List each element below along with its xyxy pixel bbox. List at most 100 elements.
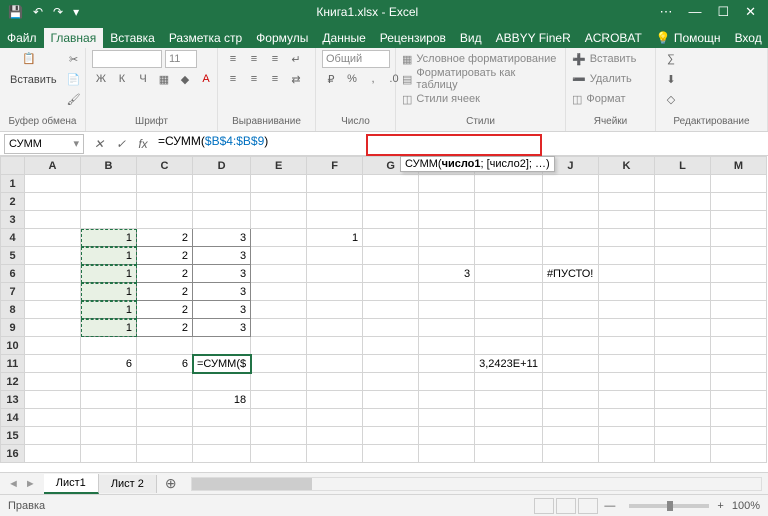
col-header-K[interactable]: K bbox=[598, 157, 654, 175]
cell-H15[interactable] bbox=[419, 427, 475, 445]
cell-B3[interactable] bbox=[81, 211, 137, 229]
enter-formula-icon[interactable]: ✓ bbox=[110, 137, 132, 151]
cell-M15[interactable] bbox=[710, 427, 766, 445]
cell-H7[interactable] bbox=[419, 283, 475, 301]
cell-F11[interactable] bbox=[307, 355, 363, 373]
cell-A5[interactable] bbox=[25, 247, 81, 265]
cell-I3[interactable] bbox=[475, 211, 543, 229]
cell-J16[interactable] bbox=[542, 445, 598, 463]
cell-B14[interactable] bbox=[81, 409, 137, 427]
cell-I15[interactable] bbox=[475, 427, 543, 445]
cell-M12[interactable] bbox=[710, 373, 766, 391]
cell-K1[interactable] bbox=[598, 175, 654, 193]
cell-C10[interactable] bbox=[137, 337, 193, 355]
cell-H13[interactable] bbox=[419, 391, 475, 409]
cell-I13[interactable] bbox=[475, 391, 543, 409]
cell-E12[interactable] bbox=[251, 373, 307, 391]
cell-C11[interactable]: 6 bbox=[137, 355, 193, 373]
cell-J8[interactable] bbox=[542, 301, 598, 319]
cell-D10[interactable] bbox=[193, 337, 251, 355]
cell-I8[interactable] bbox=[475, 301, 543, 319]
cell-E3[interactable] bbox=[251, 211, 307, 229]
cell-K8[interactable] bbox=[598, 301, 654, 319]
cell-H12[interactable] bbox=[419, 373, 475, 391]
cell-G2[interactable] bbox=[363, 193, 419, 211]
cell-I10[interactable] bbox=[475, 337, 543, 355]
cell-E1[interactable] bbox=[251, 175, 307, 193]
format-painter-icon[interactable]: 🖌 bbox=[65, 90, 83, 108]
cell-styles-button[interactable]: ◫Стили ячеек bbox=[402, 90, 480, 108]
cell-K13[interactable] bbox=[598, 391, 654, 409]
tab-acrobat[interactable]: ACROBAT bbox=[578, 28, 649, 48]
tellme[interactable]: 💡Помощн bbox=[649, 28, 728, 48]
cell-J2[interactable] bbox=[542, 193, 598, 211]
cell-M9[interactable] bbox=[710, 319, 766, 337]
cell-D1[interactable] bbox=[193, 175, 251, 193]
border-icon[interactable]: ▦ bbox=[155, 70, 173, 88]
cell-M13[interactable] bbox=[710, 391, 766, 409]
cell-J5[interactable] bbox=[542, 247, 598, 265]
cell-A10[interactable] bbox=[25, 337, 81, 355]
cell-B16[interactable] bbox=[81, 445, 137, 463]
cell-A9[interactable] bbox=[25, 319, 81, 337]
cell-J13[interactable] bbox=[542, 391, 598, 409]
cell-B4[interactable]: 1 bbox=[81, 229, 137, 247]
cell-I9[interactable] bbox=[475, 319, 543, 337]
format-cells-button[interactable]: ◫Формат bbox=[572, 90, 625, 108]
align-left-icon[interactable]: ≡ bbox=[224, 70, 242, 88]
cell-F2[interactable] bbox=[307, 193, 363, 211]
row-header-6[interactable]: 6 bbox=[1, 265, 25, 283]
cell-E7[interactable] bbox=[251, 283, 307, 301]
cell-E2[interactable] bbox=[251, 193, 307, 211]
cell-G14[interactable] bbox=[363, 409, 419, 427]
cell-M1[interactable] bbox=[710, 175, 766, 193]
view-normal-icon[interactable] bbox=[534, 498, 554, 514]
tab-formulas[interactable]: Формулы bbox=[249, 28, 315, 48]
cell-D2[interactable] bbox=[193, 193, 251, 211]
qat-undo-icon[interactable]: ↶ bbox=[33, 5, 43, 19]
row-header-11[interactable]: 11 bbox=[1, 355, 25, 373]
col-header-F[interactable]: F bbox=[307, 157, 363, 175]
cell-A1[interactable] bbox=[25, 175, 81, 193]
qat-more-icon[interactable]: ▾ bbox=[73, 5, 79, 19]
conditional-format-button[interactable]: ▦Условное форматирование bbox=[402, 50, 556, 68]
copy-icon[interactable]: 📄 bbox=[65, 70, 83, 88]
cell-A13[interactable] bbox=[25, 391, 81, 409]
cell-J1[interactable] bbox=[542, 175, 598, 193]
cell-H11[interactable] bbox=[419, 355, 475, 373]
cell-B6[interactable]: 1 bbox=[81, 265, 137, 283]
cell-J7[interactable] bbox=[542, 283, 598, 301]
cell-B10[interactable] bbox=[81, 337, 137, 355]
cell-K7[interactable] bbox=[598, 283, 654, 301]
cell-H9[interactable] bbox=[419, 319, 475, 337]
cell-I16[interactable] bbox=[475, 445, 543, 463]
cell-B13[interactable] bbox=[81, 391, 137, 409]
cell-C9[interactable]: 2 bbox=[137, 319, 193, 337]
col-header-A[interactable]: A bbox=[25, 157, 81, 175]
cell-A12[interactable] bbox=[25, 373, 81, 391]
cell-A11[interactable] bbox=[25, 355, 81, 373]
cell-K14[interactable] bbox=[598, 409, 654, 427]
view-layout-icon[interactable] bbox=[556, 498, 576, 514]
cell-L2[interactable] bbox=[654, 193, 710, 211]
cell-M4[interactable] bbox=[710, 229, 766, 247]
cell-I7[interactable] bbox=[475, 283, 543, 301]
cell-K3[interactable] bbox=[598, 211, 654, 229]
tab-file[interactable]: Файл bbox=[0, 28, 44, 48]
cell-M16[interactable] bbox=[710, 445, 766, 463]
cell-L7[interactable] bbox=[654, 283, 710, 301]
name-box[interactable]: СУММ▾ bbox=[4, 134, 84, 154]
merge-icon[interactable]: ⇄ bbox=[287, 70, 305, 88]
autosum-icon[interactable]: ∑ bbox=[662, 50, 680, 68]
cell-F13[interactable] bbox=[307, 391, 363, 409]
cell-J11[interactable] bbox=[542, 355, 598, 373]
cell-A8[interactable] bbox=[25, 301, 81, 319]
cell-K16[interactable] bbox=[598, 445, 654, 463]
cell-K15[interactable] bbox=[598, 427, 654, 445]
cell-H6[interactable]: 3 bbox=[419, 265, 475, 283]
cell-D9[interactable]: 3 bbox=[193, 319, 251, 337]
cell-I12[interactable] bbox=[475, 373, 543, 391]
cell-M5[interactable] bbox=[710, 247, 766, 265]
cell-E10[interactable] bbox=[251, 337, 307, 355]
cell-D12[interactable] bbox=[193, 373, 251, 391]
